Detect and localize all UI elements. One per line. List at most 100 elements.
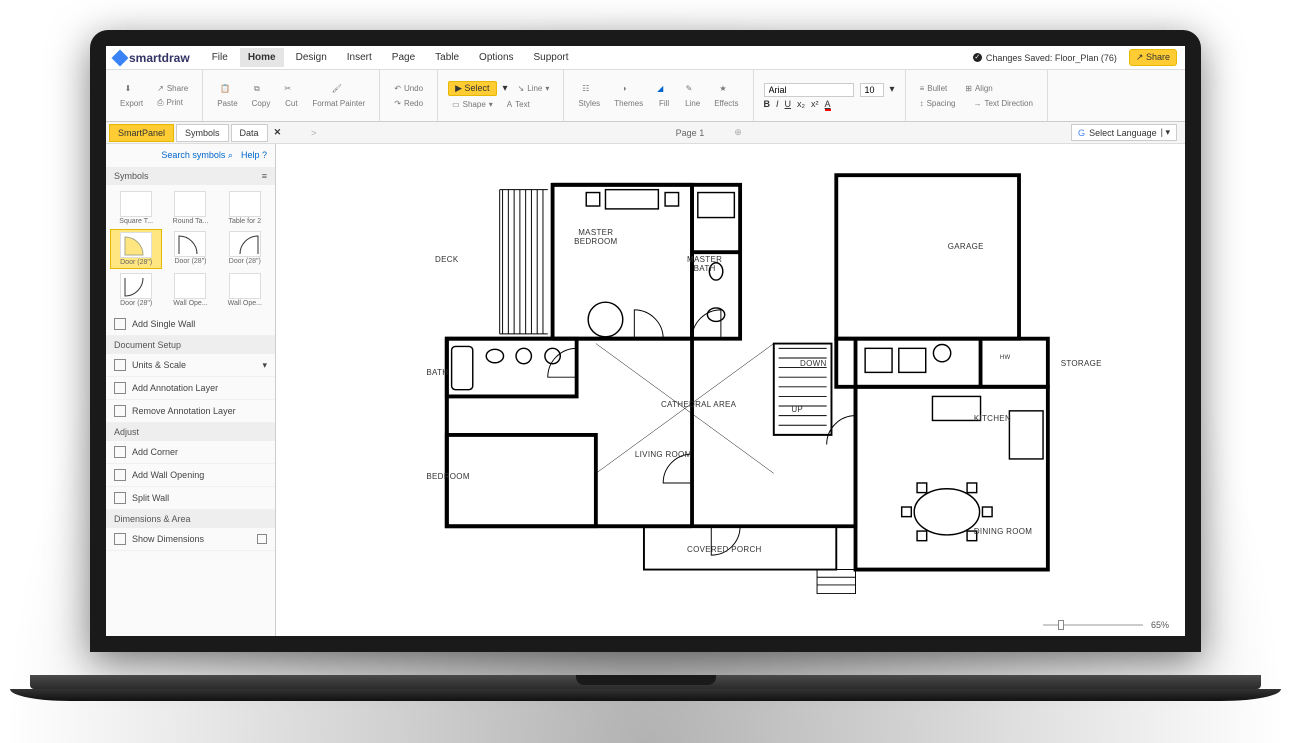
search-symbols-link[interactable]: Search symbols ⌕ <box>161 150 233 161</box>
font-family-select[interactable] <box>764 83 854 97</box>
font-size-select[interactable] <box>860 83 884 97</box>
add-page-button[interactable]: ⊕ <box>734 127 742 138</box>
cut-button[interactable]: ✂Cut <box>280 82 302 110</box>
line-style-button[interactable]: ✎Line <box>681 82 704 110</box>
zoom-control[interactable]: 65% <box>1043 620 1169 630</box>
menu-support[interactable]: Support <box>526 48 577 67</box>
tab-symbols[interactable]: Symbols <box>176 124 229 142</box>
print-button[interactable]: ⎙Print <box>153 96 192 110</box>
prev-page-button[interactable]: > <box>311 128 316 138</box>
save-status: ✓Changes Saved: Floor_Plan (76)↗ Share <box>973 49 1177 66</box>
undo-button[interactable]: ↶Undo <box>390 82 427 95</box>
gear-icon <box>114 533 126 545</box>
help-link[interactable]: Help ? <box>241 150 267 161</box>
symbol-item[interactable]: Door (28") <box>164 229 216 269</box>
room-label-cathedral: CATHEDRAL AREA <box>661 400 736 409</box>
redo-button[interactable]: ↷Redo <box>390 97 427 110</box>
room-label-garage: GARAGE <box>948 242 984 251</box>
underline-button[interactable]: U <box>785 99 792 109</box>
export-button[interactable]: ⬇Export <box>116 82 147 110</box>
symbol-item[interactable]: Door (28") <box>110 229 162 269</box>
add-corner[interactable]: Add Corner <box>106 441 275 464</box>
layer-add-icon <box>114 382 126 394</box>
spacing-button[interactable]: ↕ Spacing <box>916 97 960 110</box>
add-wall-opening[interactable]: Add Wall Opening <box>106 464 275 487</box>
select-tool[interactable]: ▶ Select <box>448 81 496 96</box>
copy-button[interactable]: ⧉Copy <box>248 82 275 110</box>
symbol-item[interactable]: Round Ta... <box>164 189 216 227</box>
room-label-kitchen: KITCHEN <box>974 414 1011 423</box>
menu-insert[interactable]: Insert <box>339 48 380 67</box>
stairs-label-up: UP <box>791 405 803 414</box>
bullet-button[interactable]: ≡ Bullet <box>916 82 952 95</box>
room-label-deck: DECK <box>435 255 458 264</box>
page-label: Page 1 <box>646 128 735 138</box>
share-button-ribbon[interactable]: ↗Share <box>153 82 192 95</box>
corner-icon <box>114 446 126 458</box>
shape-tool[interactable]: ▭ Shape ▾ <box>448 98 497 111</box>
effects-button[interactable]: ★Effects <box>710 82 742 110</box>
sub-button[interactable]: x₂ <box>797 99 805 109</box>
zoom-thumb[interactable] <box>1058 620 1064 630</box>
check-icon: ✓ <box>973 53 982 62</box>
menu-file[interactable]: File <box>204 48 236 67</box>
text-direction-button[interactable]: → Text Direction <box>969 97 1036 110</box>
symbol-item[interactable]: Table for 2 <box>219 189 271 227</box>
split-wall[interactable]: Split Wall <box>106 487 275 510</box>
paste-icon: 📋 <box>220 84 234 98</box>
canvas[interactable]: DECK MASTER BEDROOM MASTER BATH GARAGE B… <box>276 144 1185 636</box>
italic-button[interactable]: I <box>776 99 779 109</box>
symbol-item[interactable]: Square T... <box>110 189 162 227</box>
menu-options[interactable]: Options <box>471 48 521 67</box>
search-icon: ⌕ <box>228 150 233 160</box>
share-button[interactable]: ↗ Share <box>1129 49 1177 66</box>
menu-design[interactable]: Design <box>288 48 335 67</box>
line-tool[interactable]: ↘ Line ▾ <box>514 82 554 95</box>
app-window: smartdraw File Home Design Insert Page T… <box>106 46 1185 636</box>
app-logo[interactable]: smartdraw <box>114 51 190 65</box>
laptop-base <box>0 675 1291 701</box>
add-single-wall[interactable]: Add Single Wall <box>106 313 275 336</box>
format-painter-button[interactable]: 🖌Format Painter <box>308 82 369 110</box>
room-label-bath: BATH <box>426 368 448 377</box>
units-scale[interactable]: Units & Scale▾ <box>106 354 275 377</box>
symbol-item[interactable]: Wall Ope... <box>164 271 216 309</box>
tab-smartpanel[interactable]: SmartPanel <box>109 124 174 142</box>
hamburger-icon[interactable]: ≡ <box>262 171 267 181</box>
menu-page[interactable]: Page <box>384 48 423 67</box>
menu-home[interactable]: Home <box>240 48 284 67</box>
ribbon: ⬇Export ↗Share ⎙Print 📋Paste ⧉Copy ✂Cut … <box>106 70 1185 122</box>
paste-button[interactable]: 📋Paste <box>213 82 241 110</box>
symbol-item[interactable]: Door (28") <box>219 229 271 269</box>
symbol-item[interactable]: Wall Ope... <box>219 271 271 309</box>
cut-icon: ✂ <box>284 84 298 98</box>
opening-icon <box>114 469 126 481</box>
fill-button[interactable]: ◢Fill <box>653 82 675 110</box>
language-select[interactable]: GSelect Language | ▾ <box>1071 124 1177 141</box>
tab-data[interactable]: Data <box>231 124 268 142</box>
themes-button[interactable]: ◑Themes <box>610 82 647 110</box>
room-label-master-bath: MASTER BATH <box>687 255 722 273</box>
room-label-master-bedroom: MASTER BEDROOM <box>574 228 617 246</box>
ruler-icon <box>114 359 126 371</box>
menu-table[interactable]: Table <box>427 48 467 67</box>
floorplan-drawing[interactable]: DECK MASTER BEDROOM MASTER BATH GARAGE B… <box>296 156 1165 608</box>
sup-button[interactable]: x² <box>811 99 819 109</box>
text-tool[interactable]: A Text <box>503 98 534 111</box>
bold-button[interactable]: B <box>764 99 771 109</box>
share-icon: ↗ <box>157 84 164 93</box>
styles-icon: ☷ <box>582 84 596 98</box>
add-annotation-layer[interactable]: Add Annotation Layer <box>106 377 275 400</box>
styles-button[interactable]: ☷Styles <box>574 82 604 110</box>
screen-bezel: smartdraw File Home Design Insert Page T… <box>90 30 1201 652</box>
align-button[interactable]: ⊞ Align <box>961 82 997 95</box>
symbol-item[interactable]: Door (28") <box>110 271 162 309</box>
redo-icon: ↷ <box>394 99 401 108</box>
globe-icon: G <box>1078 128 1085 138</box>
font-color-button[interactable]: A <box>825 99 831 109</box>
show-dimensions[interactable]: Show Dimensions <box>106 528 275 551</box>
checkbox-icon[interactable] <box>257 534 267 544</box>
zoom-slider[interactable] <box>1043 624 1143 626</box>
remove-annotation-layer[interactable]: Remove Annotation Layer <box>106 400 275 423</box>
close-panel-icon[interactable]: ✕ <box>274 127 282 138</box>
